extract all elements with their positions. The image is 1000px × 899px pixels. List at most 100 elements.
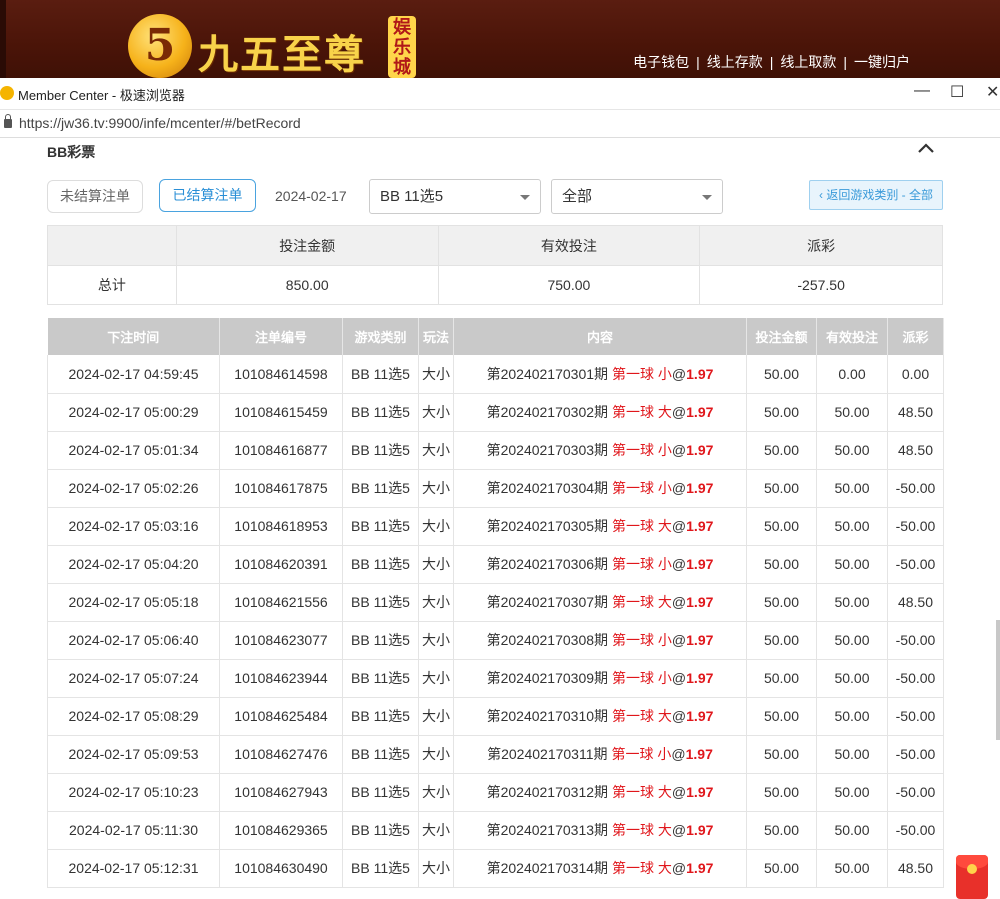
nav-withdraw[interactable]: 线上取款 — [780, 54, 836, 70]
settled-bets-button[interactable]: 已结算注单 — [159, 179, 256, 212]
content-pick: 第一球 小 — [612, 365, 672, 382]
cell-game: BB 11选5 — [342, 507, 419, 546]
content-pick: 第一球 小 — [611, 746, 672, 762]
chevron-up-icon[interactable] — [916, 140, 936, 156]
unsettled-bets-button[interactable]: 未结算注单 — [47, 180, 143, 213]
content-at: @ — [671, 556, 687, 572]
cell-bet-amount: 50.00 — [746, 735, 817, 774]
content-at: @ — [671, 670, 687, 686]
cell-valid-bet: 50.00 — [816, 773, 888, 812]
cell-game: BB 11选5 — [342, 697, 419, 736]
cell-bet-amount: 50.00 — [746, 431, 817, 470]
cell-game: BB 11选5 — [342, 545, 419, 584]
table-row: 2024-02-17 05:08:29 101084625484 BB 11选5 大小… — [47, 697, 944, 736]
content-period: 第202402170307期 — [486, 594, 609, 610]
cell-payout: -50.00 — [887, 697, 944, 736]
cell-payout: -50.00 — [887, 507, 944, 546]
nav-deposit[interactable]: 线上存款 — [707, 54, 763, 70]
window-titlebar: Member Center - 极速浏览器 — ☐ ✕ — [0, 78, 1000, 110]
red-packet-icon[interactable] — [956, 855, 988, 899]
content-odds: 1.97 — [686, 518, 714, 534]
url-text[interactable]: https://jw36.tv:9900/infe/mcenter/#/betR… — [19, 115, 301, 131]
cell-play: 大小 — [418, 811, 454, 850]
cell-bet-amount: 50.00 — [746, 393, 817, 432]
content-odds: 1.97 — [686, 632, 714, 648]
summary-bet-amount: 850.00 — [175, 265, 439, 305]
address-bar[interactable]: https://jw36.tv:9900/infe/mcenter/#/betR… — [0, 110, 1000, 138]
cell-bet-amount: 50.00 — [746, 773, 817, 812]
game-select[interactable]: BB 11选5 — [369, 179, 541, 214]
cell-time: 2024-02-17 04:59:45 — [47, 355, 220, 394]
cell-time: 2024-02-17 05:05:18 — [47, 583, 220, 622]
cell-content: 第202402170310期 第一球 大@1.97 — [453, 697, 747, 736]
content-period: 第202402170310期 — [486, 708, 609, 724]
content-odds: 1.97 — [686, 594, 714, 610]
cell-payout: 48.50 — [887, 849, 944, 888]
summary-table: 投注金额 有效投注 派彩 总计 850.00 750.00 -257.50 — [47, 225, 943, 305]
content-at: @ — [671, 632, 687, 648]
content-period: 第202402170302期 — [486, 404, 609, 420]
cell-time: 2024-02-17 05:08:29 — [47, 697, 220, 736]
column-header: 内容 — [453, 318, 747, 355]
table-row: 2024-02-17 05:00:29 101084615459 BB 11选5 大小… — [47, 393, 944, 432]
chevron-down-icon — [702, 195, 712, 200]
content-odds: 1.97 — [686, 670, 714, 686]
content-pick: 第一球 小 — [612, 442, 672, 458]
cell-valid-bet: 50.00 — [816, 431, 888, 470]
cell-content: 第202402170312期 第一球 大@1.97 — [453, 773, 747, 812]
cell-game: BB 11选5 — [342, 431, 419, 470]
brand-badge-text: 娱乐城 — [393, 17, 411, 78]
content-at: @ — [671, 860, 687, 876]
cell-play: 大小 — [418, 735, 454, 774]
cell-time: 2024-02-17 05:11:30 — [47, 811, 220, 850]
content-pick: 第一球 大 — [612, 784, 672, 800]
cell-valid-bet: 50.00 — [816, 735, 888, 774]
cell-play: 大小 — [418, 849, 454, 888]
content-period: 第202402170305期 — [486, 518, 609, 534]
minimize-button[interactable]: — — [914, 82, 930, 100]
header-edge — [0, 0, 6, 78]
column-header: 游戏类别 — [342, 318, 419, 355]
cell-content: 第202402170301期 第一球 小@1.97 — [453, 355, 747, 394]
summary-valid-bet: 750.00 — [437, 265, 701, 305]
cell-bet-amount: 50.00 — [746, 697, 817, 736]
logo-icon: 5 — [128, 14, 192, 78]
cell-time: 2024-02-17 05:07:24 — [47, 659, 220, 698]
section-title: BB彩票 — [47, 144, 96, 160]
cell-game: BB 11选5 — [342, 583, 419, 622]
cell-bet-amount: 50.00 — [746, 545, 817, 584]
content-period: 第202402170308期 — [486, 632, 609, 648]
cell-game: BB 11选5 — [342, 621, 419, 660]
content-pick: 第一球 小 — [612, 632, 672, 648]
cell-game: BB 11选5 — [342, 811, 419, 850]
cell-bet-id: 101084614598 — [219, 355, 343, 394]
content-at: @ — [671, 442, 687, 458]
back-to-category-button[interactable]: ‹ 返回游戏类别 - 全部 — [809, 180, 943, 210]
scrollbar[interactable] — [996, 620, 1000, 740]
cell-payout: -50.00 — [887, 659, 944, 698]
lock-icon — [4, 114, 12, 128]
cell-content: 第202402170307期 第一球 大@1.97 — [453, 583, 747, 622]
cell-play: 大小 — [418, 621, 454, 660]
type-select[interactable]: 全部 — [551, 179, 723, 214]
nav-consolidate[interactable]: 一键归户 — [854, 54, 910, 70]
cell-bet-id: 101084627476 — [219, 735, 343, 774]
table-row: 2024-02-17 05:05:18 101084621556 BB 11选5 大小… — [47, 583, 944, 622]
cell-bet-id: 101084625484 — [219, 697, 343, 736]
date-filter[interactable]: 2024-02-17 — [275, 188, 347, 204]
content-period: 第202402170311期 — [487, 746, 608, 762]
content-at: @ — [671, 594, 687, 610]
content-odds: 1.97 — [686, 404, 714, 420]
content-odds: 1.97 — [686, 480, 714, 496]
cell-payout: 0.00 — [887, 355, 944, 394]
content-pick: 第一球 小 — [612, 670, 672, 686]
content-pick: 第一球 大 — [612, 822, 672, 838]
content-pick: 第一球 小 — [612, 480, 672, 496]
table-row: 2024-02-17 05:01:34 101084616877 BB 11选5 大小… — [47, 431, 944, 470]
content-at: @ — [671, 518, 687, 534]
content-period: 第202402170309期 — [486, 670, 609, 686]
cell-time: 2024-02-17 05:04:20 — [47, 545, 220, 584]
nav-wallet[interactable]: 电子钱包 — [633, 54, 689, 70]
close-button[interactable]: ✕ — [986, 82, 999, 102]
maximize-button[interactable]: ☐ — [950, 82, 964, 102]
